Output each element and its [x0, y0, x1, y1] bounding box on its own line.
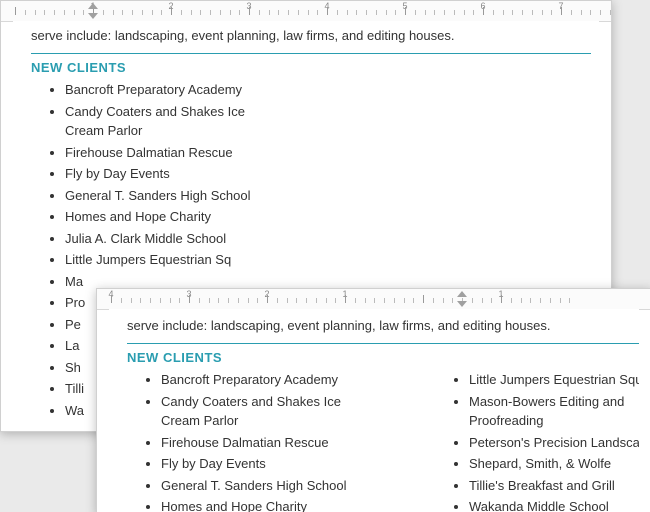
list-item: Firehouse Dalmatian Rescue: [65, 142, 275, 164]
list-item: Shepard, Smith, & Wolfe: [469, 453, 639, 475]
hanging-indent-marker[interactable]: [457, 301, 467, 307]
first-line-indent-marker[interactable]: [88, 3, 98, 9]
section-heading-new-clients: NEW CLIENTS: [127, 343, 639, 365]
list-item: Fly by Day Events: [161, 453, 361, 475]
list-item: General T. Sanders High School: [65, 185, 275, 207]
horizontal-ruler[interactable]: 12345678: [1, 1, 611, 22]
list-item: Homes and Hope Charity: [161, 496, 361, 512]
two-column-container: Bancroft Preparatory AcademyCandy Coater…: [127, 365, 621, 512]
list-item: Peterson's Precision Landscaping: [469, 432, 639, 454]
list-item: Firehouse Dalmatian Rescue: [161, 432, 361, 454]
list-item: Homes and Hope Charity: [65, 206, 275, 228]
list-item: Little Jumpers Equestrian Sq: [65, 249, 275, 271]
screenshot-stage: 12345678 serve include: landscaping, eve…: [0, 0, 650, 512]
list-item: Bancroft Preparatory Academy: [161, 369, 361, 391]
list-item: Tillie's Breakfast and Grill: [469, 475, 639, 497]
horizontal-ruler[interactable]: 43211: [97, 289, 650, 310]
list-item: General T. Sanders High School: [161, 475, 361, 497]
clients-list-column-1: Bancroft Preparatory AcademyCandy Coater…: [127, 369, 401, 512]
document-window-two-column: 43211 serve include: landscaping, event …: [96, 288, 650, 512]
list-item: Wakanda Middle School: [469, 496, 639, 512]
document-page: serve include: landscaping, event planni…: [109, 309, 639, 512]
list-item: Candy Coaters and Shakes Ice Cream Parlo…: [161, 391, 361, 432]
list-item: Mason-Bowers Editing and Proofreading: [469, 391, 639, 432]
section-heading-new-clients: NEW CLIENTS: [31, 53, 591, 75]
first-line-indent-marker[interactable]: [457, 291, 467, 297]
hanging-indent-marker[interactable]: [88, 13, 98, 19]
list-item: Little Jumpers Equestrian Squad: [469, 369, 639, 391]
clients-list-column-2: Little Jumpers Equestrian SquadMason-Bow…: [435, 369, 639, 512]
list-item: Julia A. Clark Middle School: [65, 228, 275, 250]
body-paragraph: serve include: landscaping, event planni…: [127, 317, 621, 335]
list-item: Bancroft Preparatory Academy: [65, 79, 275, 101]
list-item: Candy Coaters and Shakes Ice Cream Parlo…: [65, 101, 275, 142]
body-paragraph: serve include: landscaping, event planni…: [31, 27, 581, 45]
list-item: Fly by Day Events: [65, 163, 275, 185]
